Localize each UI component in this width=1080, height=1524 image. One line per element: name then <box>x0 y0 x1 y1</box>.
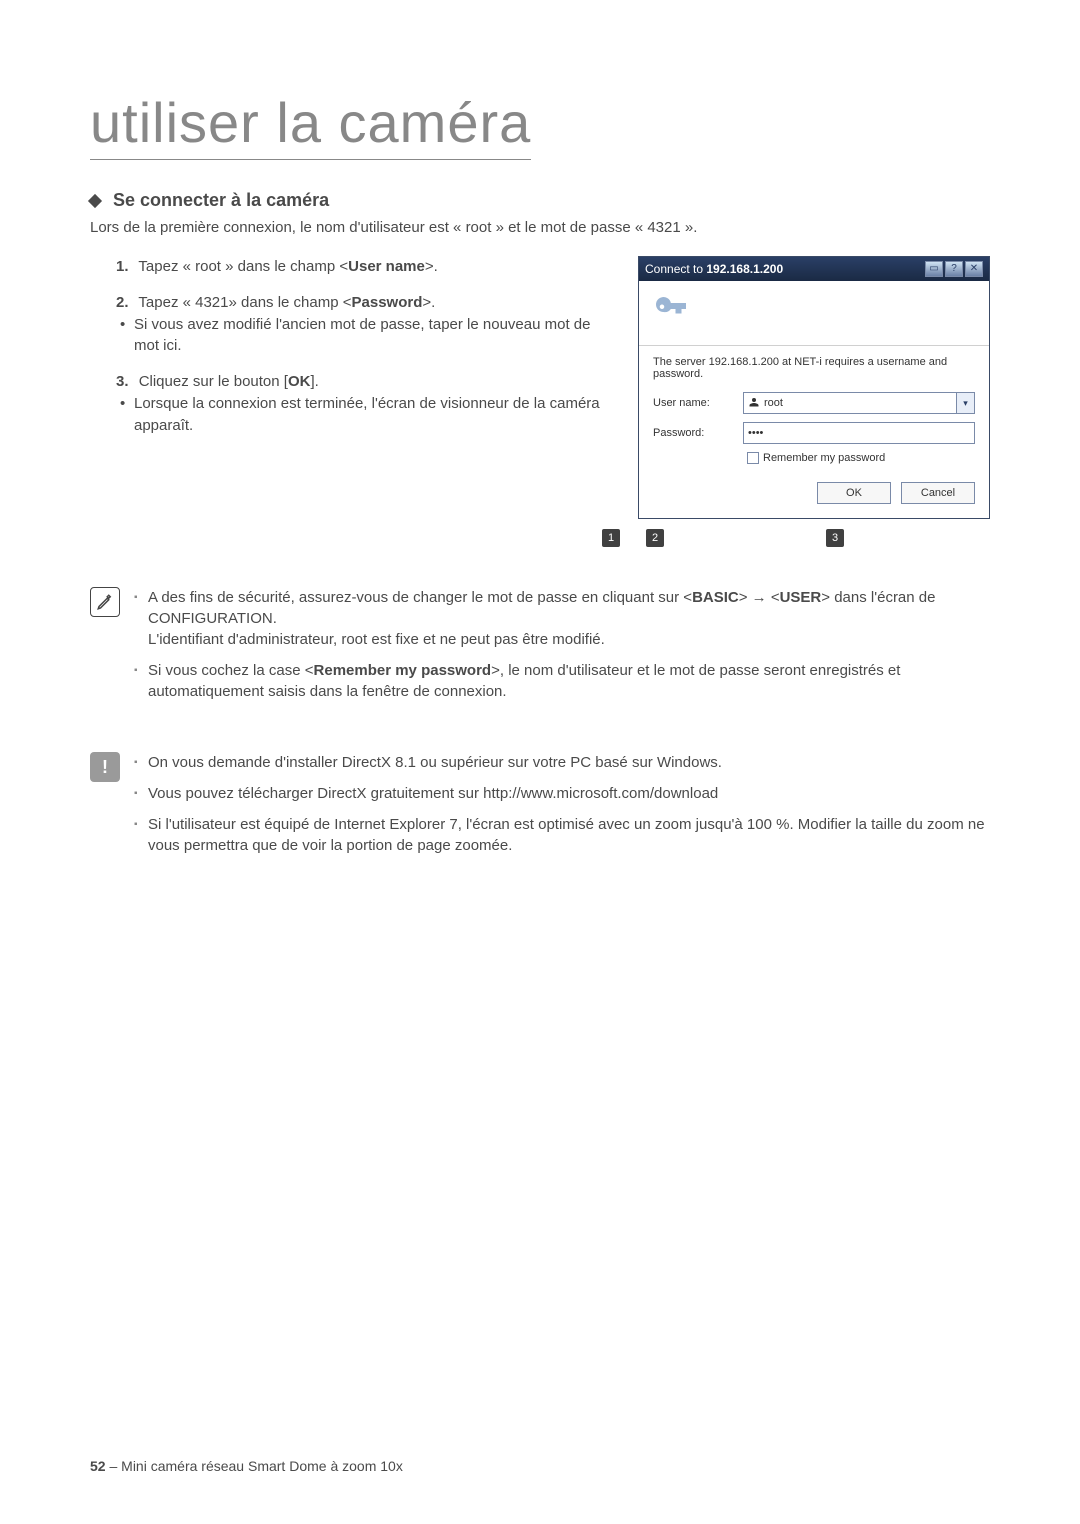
callouts: 1 2 3 <box>602 529 990 547</box>
page-footer: 52 – Mini caméra réseau Smart Dome à zoo… <box>90 1458 403 1474</box>
username-dropdown[interactable]: ▾ <box>957 392 975 414</box>
dialog-titlebar: Connect to 192.168.1.200 ▭ ? ✕ <box>639 257 989 281</box>
step-2-bold: Password <box>352 294 423 311</box>
step-3-sub: Lorsque la connexion est terminée, l'écr… <box>116 393 618 437</box>
step-3-b: ]. <box>310 373 318 390</box>
section-heading: Se connecter à la caméra <box>90 190 990 211</box>
callout-2: 2 <box>646 529 664 547</box>
dialog-header <box>639 281 989 346</box>
note-pencil: A des fins de sécurité, assurez-vous de … <box>90 587 990 712</box>
remember-checkbox[interactable] <box>747 452 759 464</box>
username-label: User name: <box>653 397 743 409</box>
page-number: 52 <box>90 1458 106 1474</box>
callout-3: 3 <box>826 529 844 547</box>
warning-icon: ! <box>90 752 120 782</box>
user-icon <box>748 396 760 411</box>
step-2-b: >. <box>422 294 435 311</box>
close-button[interactable]: ✕ <box>965 261 983 277</box>
step-1-num: 1. <box>116 258 129 275</box>
username-input[interactable]: root <box>743 392 957 414</box>
step-1-bold: User name <box>348 258 425 275</box>
step-1: 1. Tapez « root » dans le champ <User na… <box>116 256 618 278</box>
note2-item2: Vous pouvez télécharger DirectX gratuite… <box>134 783 990 804</box>
username-value: root <box>764 397 783 409</box>
step-3-num: 3. <box>116 373 129 390</box>
dialog-title-ip: 192.168.1.200 <box>706 262 783 276</box>
ok-button[interactable]: OK <box>817 482 891 504</box>
step-1-a: Tapez « root » dans le champ < <box>138 258 348 275</box>
step-3: 3. Cliquez sur le bouton [OK]. Lorsque l… <box>116 371 618 436</box>
dialog-message: The server 192.168.1.200 at NET-i requir… <box>653 356 975 380</box>
footer-sep: – <box>106 1458 122 1474</box>
page-title: utiliser la caméra <box>90 90 531 160</box>
keys-icon <box>649 291 693 335</box>
note1-item1: A des fins de sécurité, assurez-vous de … <box>134 587 990 650</box>
step-2: 2. Tapez « 4321» dans le champ <Password… <box>116 292 618 357</box>
diamond-icon <box>88 194 102 208</box>
dialog-title-prefix: Connect to <box>645 262 706 276</box>
step-3-bold: OK <box>288 373 311 390</box>
note1-item2: Si vous cochez la case <Remember my pass… <box>134 660 990 702</box>
section-heading-text: Se connecter à la caméra <box>113 190 329 210</box>
remember-label: Remember my password <box>763 452 885 464</box>
step-2-num: 2. <box>116 294 129 311</box>
step-2-a: Tapez « 4321» dans le champ < <box>138 294 351 311</box>
note2-item3: Si l'utilisateur est équipé de Internet … <box>134 814 990 856</box>
step-2-sub: Si vous avez modifié l'ancien mot de pas… <box>116 314 618 358</box>
footer-title: Mini caméra réseau Smart Dome à zoom 10x <box>121 1458 403 1474</box>
step-3-a: Cliquez sur le bouton [ <box>139 373 288 390</box>
minimize-button[interactable]: ▭ <box>925 261 943 277</box>
pencil-icon <box>90 587 120 617</box>
password-value: •••• <box>748 427 763 439</box>
help-button[interactable]: ? <box>945 261 963 277</box>
note2-item1: On vous demande d'installer DirectX 8.1 … <box>134 752 990 773</box>
step-1-b: >. <box>425 258 438 275</box>
callout-1: 1 <box>602 529 620 547</box>
password-label: Password: <box>653 427 743 439</box>
password-input[interactable]: •••• <box>743 422 975 444</box>
cancel-button[interactable]: Cancel <box>901 482 975 504</box>
section-intro: Lors de la première connexion, le nom d'… <box>90 219 990 236</box>
login-dialog: Connect to 192.168.1.200 ▭ ? ✕ The serve… <box>638 256 990 547</box>
note-warning: ! On vous demande d'installer DirectX 8.… <box>90 752 990 866</box>
